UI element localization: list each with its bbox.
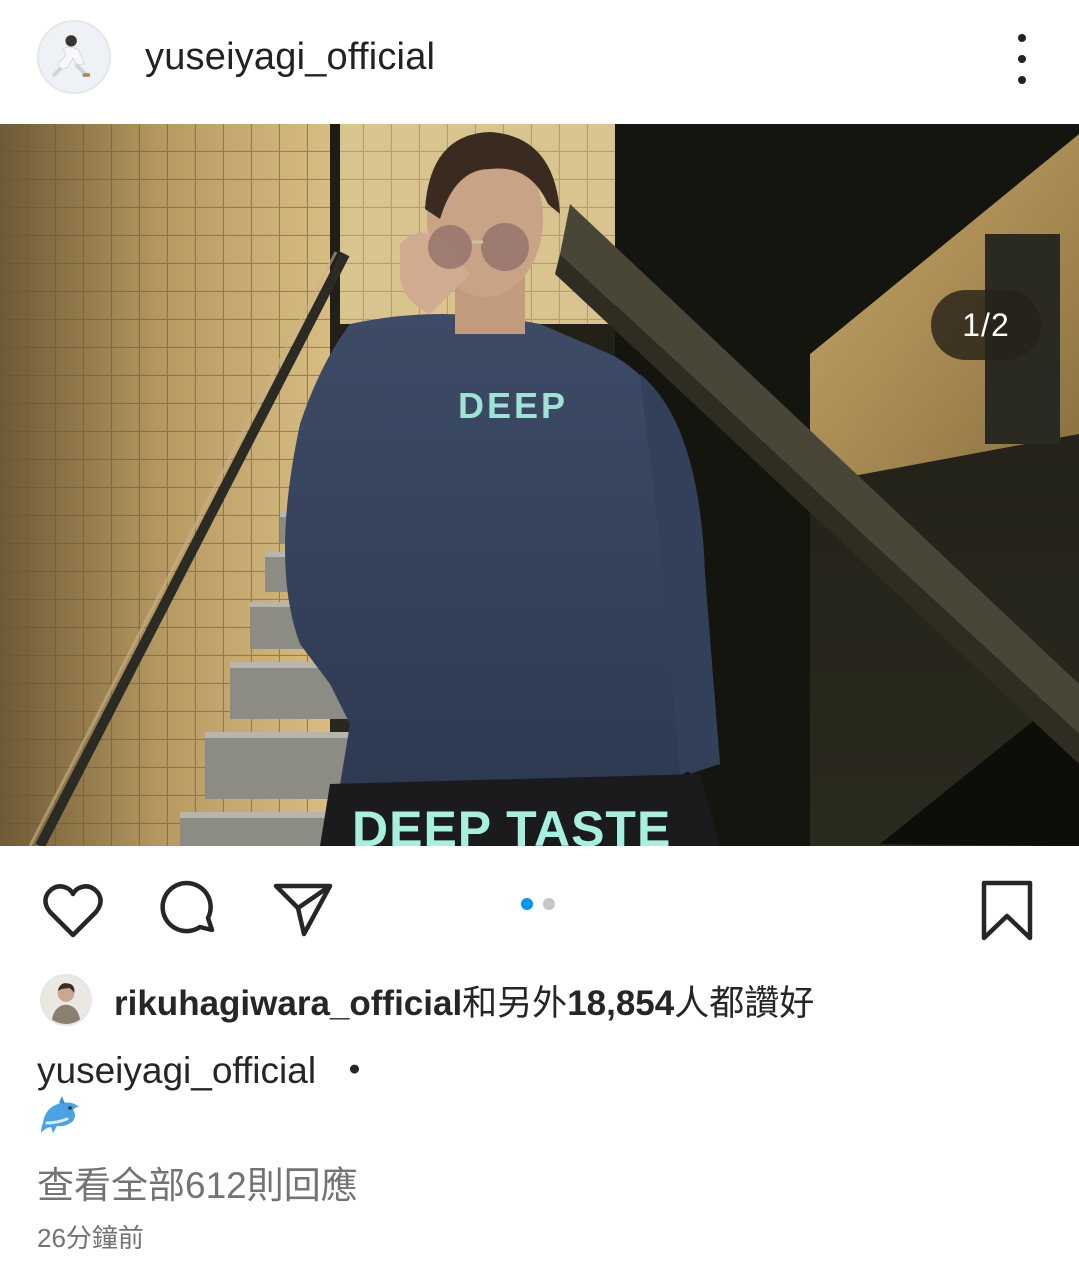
caption-separator: ・ [336,1050,374,1091]
image-counter: 1/2 [931,290,1041,360]
likes-count[interactable]: 18,854 [567,984,674,1023]
liker-username[interactable]: rikuhagiwara_official [114,984,462,1023]
avatar-image [39,22,109,92]
post-image[interactable]: DEEP DEEP TASTE 1/2 [0,124,1079,846]
carousel-dot [543,898,555,910]
dolphin-icon [37,1093,83,1139]
carousel-indicator [521,898,555,910]
caption-username[interactable]: yuseiyagi_official [37,1050,316,1091]
sweater-text: DEEP [458,385,568,426]
view-all-comments-link[interactable]: 查看全部612則回應 [37,1155,358,1209]
likes-suffix: 人都讚好 [674,983,815,1023]
liker-avatar[interactable] [40,974,92,1026]
more-vertical-icon[interactable] [1004,34,1040,84]
carousel-dot-active [521,898,533,910]
share-icon[interactable] [270,878,336,944]
shirt-hem-text: DEEP TASTE [352,801,671,846]
likes-text: rikuhagiwara_official和另外18,854人都讚好 [114,975,814,1026]
author-username[interactable]: yuseiyagi_official [145,36,435,79]
author-avatar[interactable] [37,20,111,94]
likes-row[interactable]: rikuhagiwara_official和另外18,854人都讚好 [40,970,814,1030]
bookmark-icon[interactable] [974,878,1040,944]
heart-icon[interactable] [40,878,106,944]
caption: yuseiyagi_official ・ [37,1040,373,1094]
comment-icon[interactable] [156,878,222,944]
post-timestamp: 26分鐘前 [37,1223,144,1253]
likes-joiner: 和另外 [462,983,568,1023]
post-header: yuseiyagi_official [0,0,1079,124]
photo-illustration: DEEP DEEP TASTE [0,124,1079,846]
